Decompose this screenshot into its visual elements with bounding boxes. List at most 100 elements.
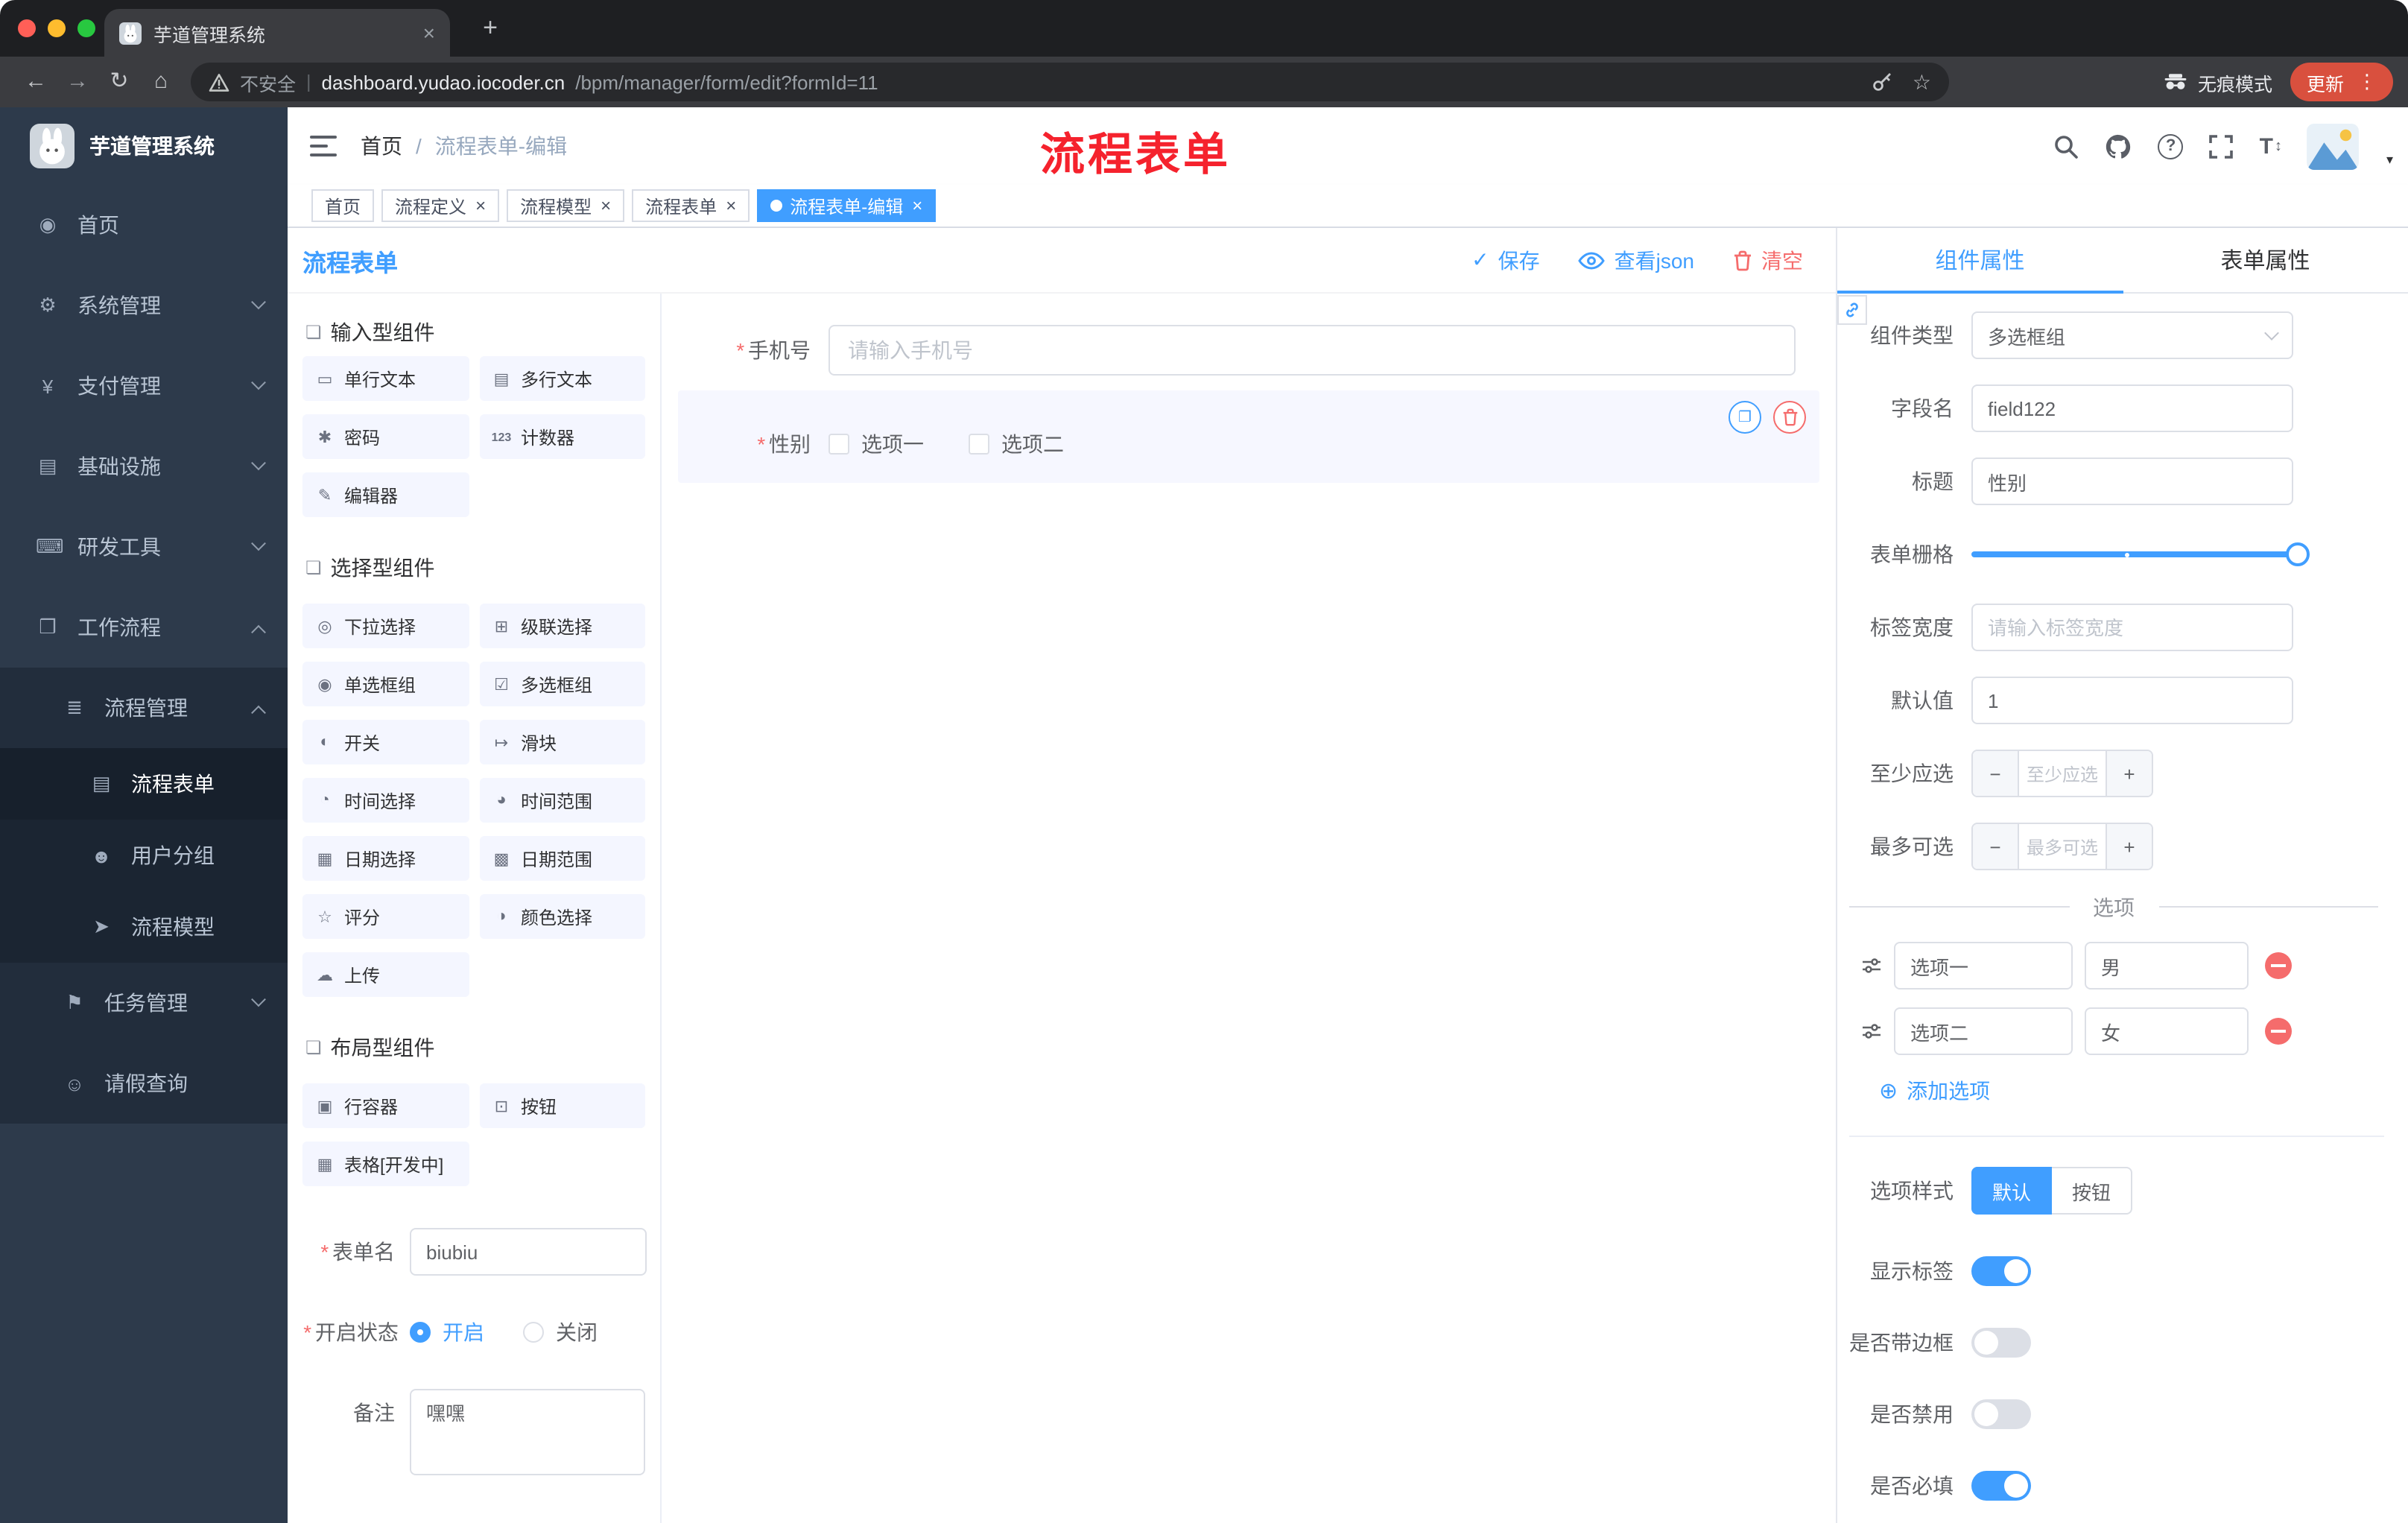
palette-item-radio-group[interactable]: ◉ 单选框组 bbox=[302, 662, 469, 706]
palette-item-date-range[interactable]: ▩ 日期范围 bbox=[479, 836, 645, 881]
palette-item-time-picker[interactable]: ◔ 时间选择 bbox=[302, 778, 469, 823]
link-chip[interactable] bbox=[1837, 295, 1867, 325]
palette-item-counter[interactable]: 123 计数器 bbox=[479, 414, 645, 459]
required-toggle[interactable] bbox=[1971, 1471, 2031, 1501]
checkbox-option-1[interactable]: 选项一 bbox=[828, 429, 924, 459]
update-button[interactable]: 更新 ⋮ bbox=[2290, 63, 2393, 101]
status-radio-off[interactable]: 关闭 bbox=[523, 1317, 598, 1347]
plus-button[interactable]: + bbox=[2107, 751, 2152, 796]
security-label[interactable]: 不安全 bbox=[240, 68, 296, 96]
palette-item-color-picker[interactable]: ◑ 颜色选择 bbox=[479, 894, 645, 939]
sidebar-item-leave-query[interactable]: ☺ 请假查询 bbox=[0, 1043, 288, 1124]
tag-process-form[interactable]: 流程表单 × bbox=[632, 189, 750, 222]
delete-widget-button[interactable] bbox=[1773, 401, 1806, 434]
remove-option-button-2[interactable] bbox=[2265, 1018, 2292, 1045]
stepper-value[interactable]: 至少应选 bbox=[2018, 751, 2107, 796]
palette-item-checkbox-group[interactable]: ☑ 多选框组 bbox=[479, 662, 645, 706]
forward-button[interactable]: → bbox=[57, 57, 98, 107]
form-grid-slider[interactable] bbox=[1971, 531, 2310, 578]
help-icon[interactable]: ? bbox=[2158, 133, 2184, 159]
traffic-light-zoom[interactable] bbox=[77, 19, 95, 37]
sidebar-item-infrastructure[interactable]: ▤ 基础设施 bbox=[0, 426, 288, 507]
checkbox-icon[interactable] bbox=[969, 434, 989, 455]
tag-process-model[interactable]: 流程模型 × bbox=[507, 189, 625, 222]
form-name-input[interactable] bbox=[410, 1228, 647, 1276]
remark-textarea[interactable]: 嘿嘿 bbox=[410, 1389, 645, 1475]
minus-button[interactable]: − bbox=[1973, 751, 2018, 796]
copy-widget-button[interactable]: ❐ bbox=[1729, 401, 1761, 434]
sidebar-item-workflow[interactable]: ❒ 工作流程 bbox=[0, 587, 288, 668]
title-input[interactable] bbox=[1971, 457, 2293, 505]
palette-item-cascader[interactable]: ⊞ 级联选择 bbox=[479, 604, 645, 648]
status-radio-on[interactable]: 开启 bbox=[410, 1317, 484, 1347]
component-type-select[interactable]: 多选框组 bbox=[1971, 311, 2293, 359]
palette-item-time-range[interactable]: ◕ 时间范围 bbox=[479, 778, 645, 823]
sidebar-item-payment[interactable]: ¥ 支付管理 bbox=[0, 346, 288, 426]
github-icon[interactable] bbox=[2105, 132, 2133, 160]
save-button[interactable]: ✓ 保存 bbox=[1471, 245, 1539, 275]
palette-item-multi-text[interactable]: ▤ 多行文本 bbox=[479, 356, 645, 401]
option-value-input-2[interactable] bbox=[2085, 1007, 2249, 1055]
palette-item-upload[interactable]: ☁ 上传 bbox=[302, 952, 469, 997]
field-name-input[interactable] bbox=[1971, 384, 2293, 432]
add-option-button[interactable]: ⊕ 添加选项 bbox=[1879, 1076, 2408, 1106]
stepper-value[interactable]: 最多可选 bbox=[2018, 824, 2107, 869]
sidebar-item-process-management[interactable]: ≣ 流程管理 bbox=[0, 668, 288, 748]
palette-item-button[interactable]: ⊡ 按钮 bbox=[479, 1083, 645, 1128]
checkbox-icon[interactable] bbox=[828, 434, 849, 455]
drag-handle-icon[interactable] bbox=[1861, 1022, 1882, 1040]
palette-item-row-container[interactable]: ▣ 行容器 bbox=[302, 1083, 469, 1128]
sidebar-item-dashboard[interactable]: ◉ 首页 bbox=[0, 185, 288, 265]
search-icon[interactable] bbox=[2054, 133, 2079, 159]
browser-menu-icon[interactable]: ⋮ bbox=[2357, 70, 2377, 94]
tag-home[interactable]: 首页 bbox=[311, 189, 375, 222]
slider-handle[interactable] bbox=[2286, 542, 2310, 566]
plus-button[interactable]: + bbox=[2107, 824, 2152, 869]
remove-option-button-1[interactable] bbox=[2265, 952, 2292, 979]
border-toggle[interactable] bbox=[1971, 1328, 2031, 1358]
palette-item-select[interactable]: ◎ 下拉选择 bbox=[302, 604, 469, 648]
menu-fold-button[interactable] bbox=[310, 136, 337, 156]
sidebar-item-process-form[interactable]: ▤ 流程表单 bbox=[0, 748, 288, 820]
sidebar-item-user-group[interactable]: ☻ 用户分组 bbox=[0, 820, 288, 891]
tag-close-icon[interactable]: × bbox=[726, 195, 736, 216]
sidebar-item-devtools[interactable]: ⌨ 研发工具 bbox=[0, 507, 288, 587]
style-default-button[interactable]: 默认 bbox=[1971, 1167, 2052, 1215]
key-icon[interactable] bbox=[1872, 72, 1893, 92]
palette-item-slider[interactable]: ↦ 滑块 bbox=[479, 720, 645, 764]
drag-handle-icon[interactable] bbox=[1861, 957, 1882, 975]
checkbox-option-2[interactable]: 选项二 bbox=[969, 429, 1064, 459]
palette-item-rate[interactable]: ☆ 评分 bbox=[302, 894, 469, 939]
sidebar-item-system[interactable]: ⚙ 系统管理 bbox=[0, 265, 288, 346]
font-size-icon[interactable]: T ↕ bbox=[2260, 133, 2282, 159]
traffic-light-minimize[interactable] bbox=[48, 19, 66, 37]
tab-close-icon[interactable]: × bbox=[423, 22, 435, 43]
show-label-toggle[interactable] bbox=[1971, 1256, 2031, 1286]
bookmark-star-icon[interactable]: ☆ bbox=[1913, 69, 1931, 95]
browser-tab[interactable]: 芋道管理系统 × bbox=[104, 9, 450, 57]
palette-item-password[interactable]: ✱ 密码 bbox=[302, 414, 469, 459]
phone-field[interactable]: * 手机号 bbox=[679, 325, 1796, 376]
breadcrumb-home[interactable]: 首页 bbox=[361, 131, 402, 161]
option-value-input-1[interactable] bbox=[2085, 942, 2249, 990]
sidebar-item-process-model[interactable]: ➤ 流程模型 bbox=[0, 891, 288, 963]
palette-item-table[interactable]: ▦ 表格[开发中] bbox=[302, 1142, 469, 1186]
address-bar[interactable]: 不安全 | dashboard.yudao.iocoder.cn/bpm/man… bbox=[191, 63, 1949, 101]
minus-button[interactable]: − bbox=[1973, 824, 2018, 869]
fullscreen-icon[interactable] bbox=[2209, 133, 2234, 159]
reload-button[interactable]: ↻ bbox=[98, 57, 140, 107]
style-button-button[interactable]: 按钮 bbox=[2052, 1167, 2132, 1215]
traffic-light-close[interactable] bbox=[18, 19, 36, 37]
option-name-input-2[interactable] bbox=[1894, 1007, 2073, 1055]
avatar[interactable] bbox=[2307, 123, 2360, 169]
palette-item-date-picker[interactable]: ▦ 日期选择 bbox=[302, 836, 469, 881]
new-tab-button[interactable]: + bbox=[474, 12, 507, 45]
avatar-caret-icon[interactable]: ▾ bbox=[2386, 151, 2393, 168]
tag-close-icon[interactable]: × bbox=[912, 195, 922, 216]
view-json-button[interactable]: 查看json bbox=[1578, 245, 1694, 275]
tab-form-props[interactable]: 表单属性 bbox=[2123, 228, 2408, 292]
slider-track[interactable] bbox=[1971, 551, 2299, 557]
app-logo-row[interactable]: 芋道管理系统 bbox=[0, 107, 288, 185]
tag-process-definition[interactable]: 流程定义 × bbox=[381, 189, 500, 222]
home-button[interactable]: ⌂ bbox=[140, 57, 182, 107]
